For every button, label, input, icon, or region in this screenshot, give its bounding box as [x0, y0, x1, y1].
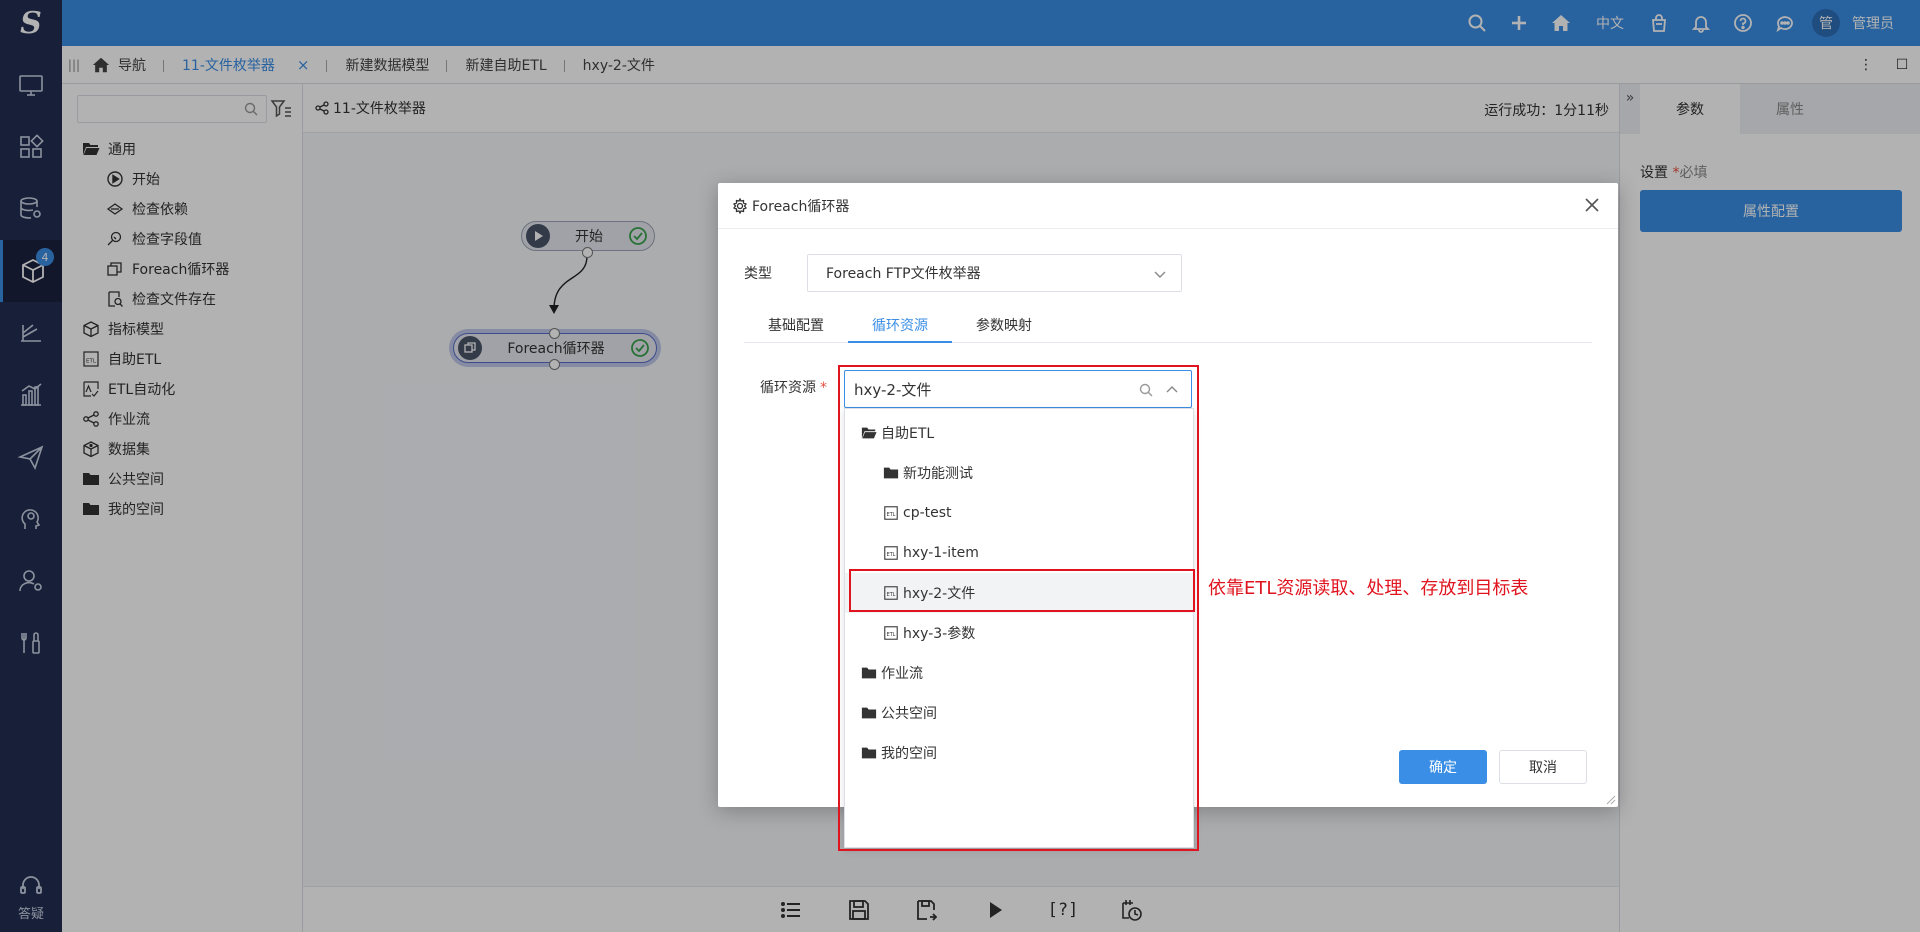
- annotation-text: 依靠ETL资源读取、处理、存放到目标表: [1208, 578, 1529, 599]
- chevron-down-icon: [1154, 271, 1166, 278]
- type-select[interactable]: Foreach FTP文件枚举器: [807, 254, 1182, 292]
- confirm-button[interactable]: 确定: [1399, 750, 1487, 784]
- dialog-title-text: Foreach循环器: [752, 198, 850, 215]
- dialog-header: Foreach循环器: [718, 183, 1618, 229]
- loop-resource-text: 循环资源: [760, 380, 816, 396]
- tab-basic-config[interactable]: 基础配置: [744, 315, 848, 343]
- dialog-tabs: 基础配置 循环资源 参数映射: [744, 315, 1592, 343]
- dialog-title: Foreach循环器: [718, 196, 849, 216]
- resize-handle-icon[interactable]: [1604, 793, 1616, 805]
- tab-param-mapping[interactable]: 参数映射: [952, 315, 1056, 343]
- type-label: 类型: [744, 266, 772, 282]
- type-value: Foreach FTP文件枚举器: [826, 266, 981, 282]
- cancel-button[interactable]: 取消: [1499, 750, 1587, 784]
- close-icon[interactable]: [1582, 195, 1602, 215]
- loop-resource-label: 循环资源 *: [760, 377, 827, 397]
- required-mark: *: [820, 380, 827, 396]
- tab-loop-resource[interactable]: 循环资源: [848, 315, 952, 343]
- highlight-box-selected: [849, 569, 1195, 612]
- gear-icon: [732, 197, 748, 214]
